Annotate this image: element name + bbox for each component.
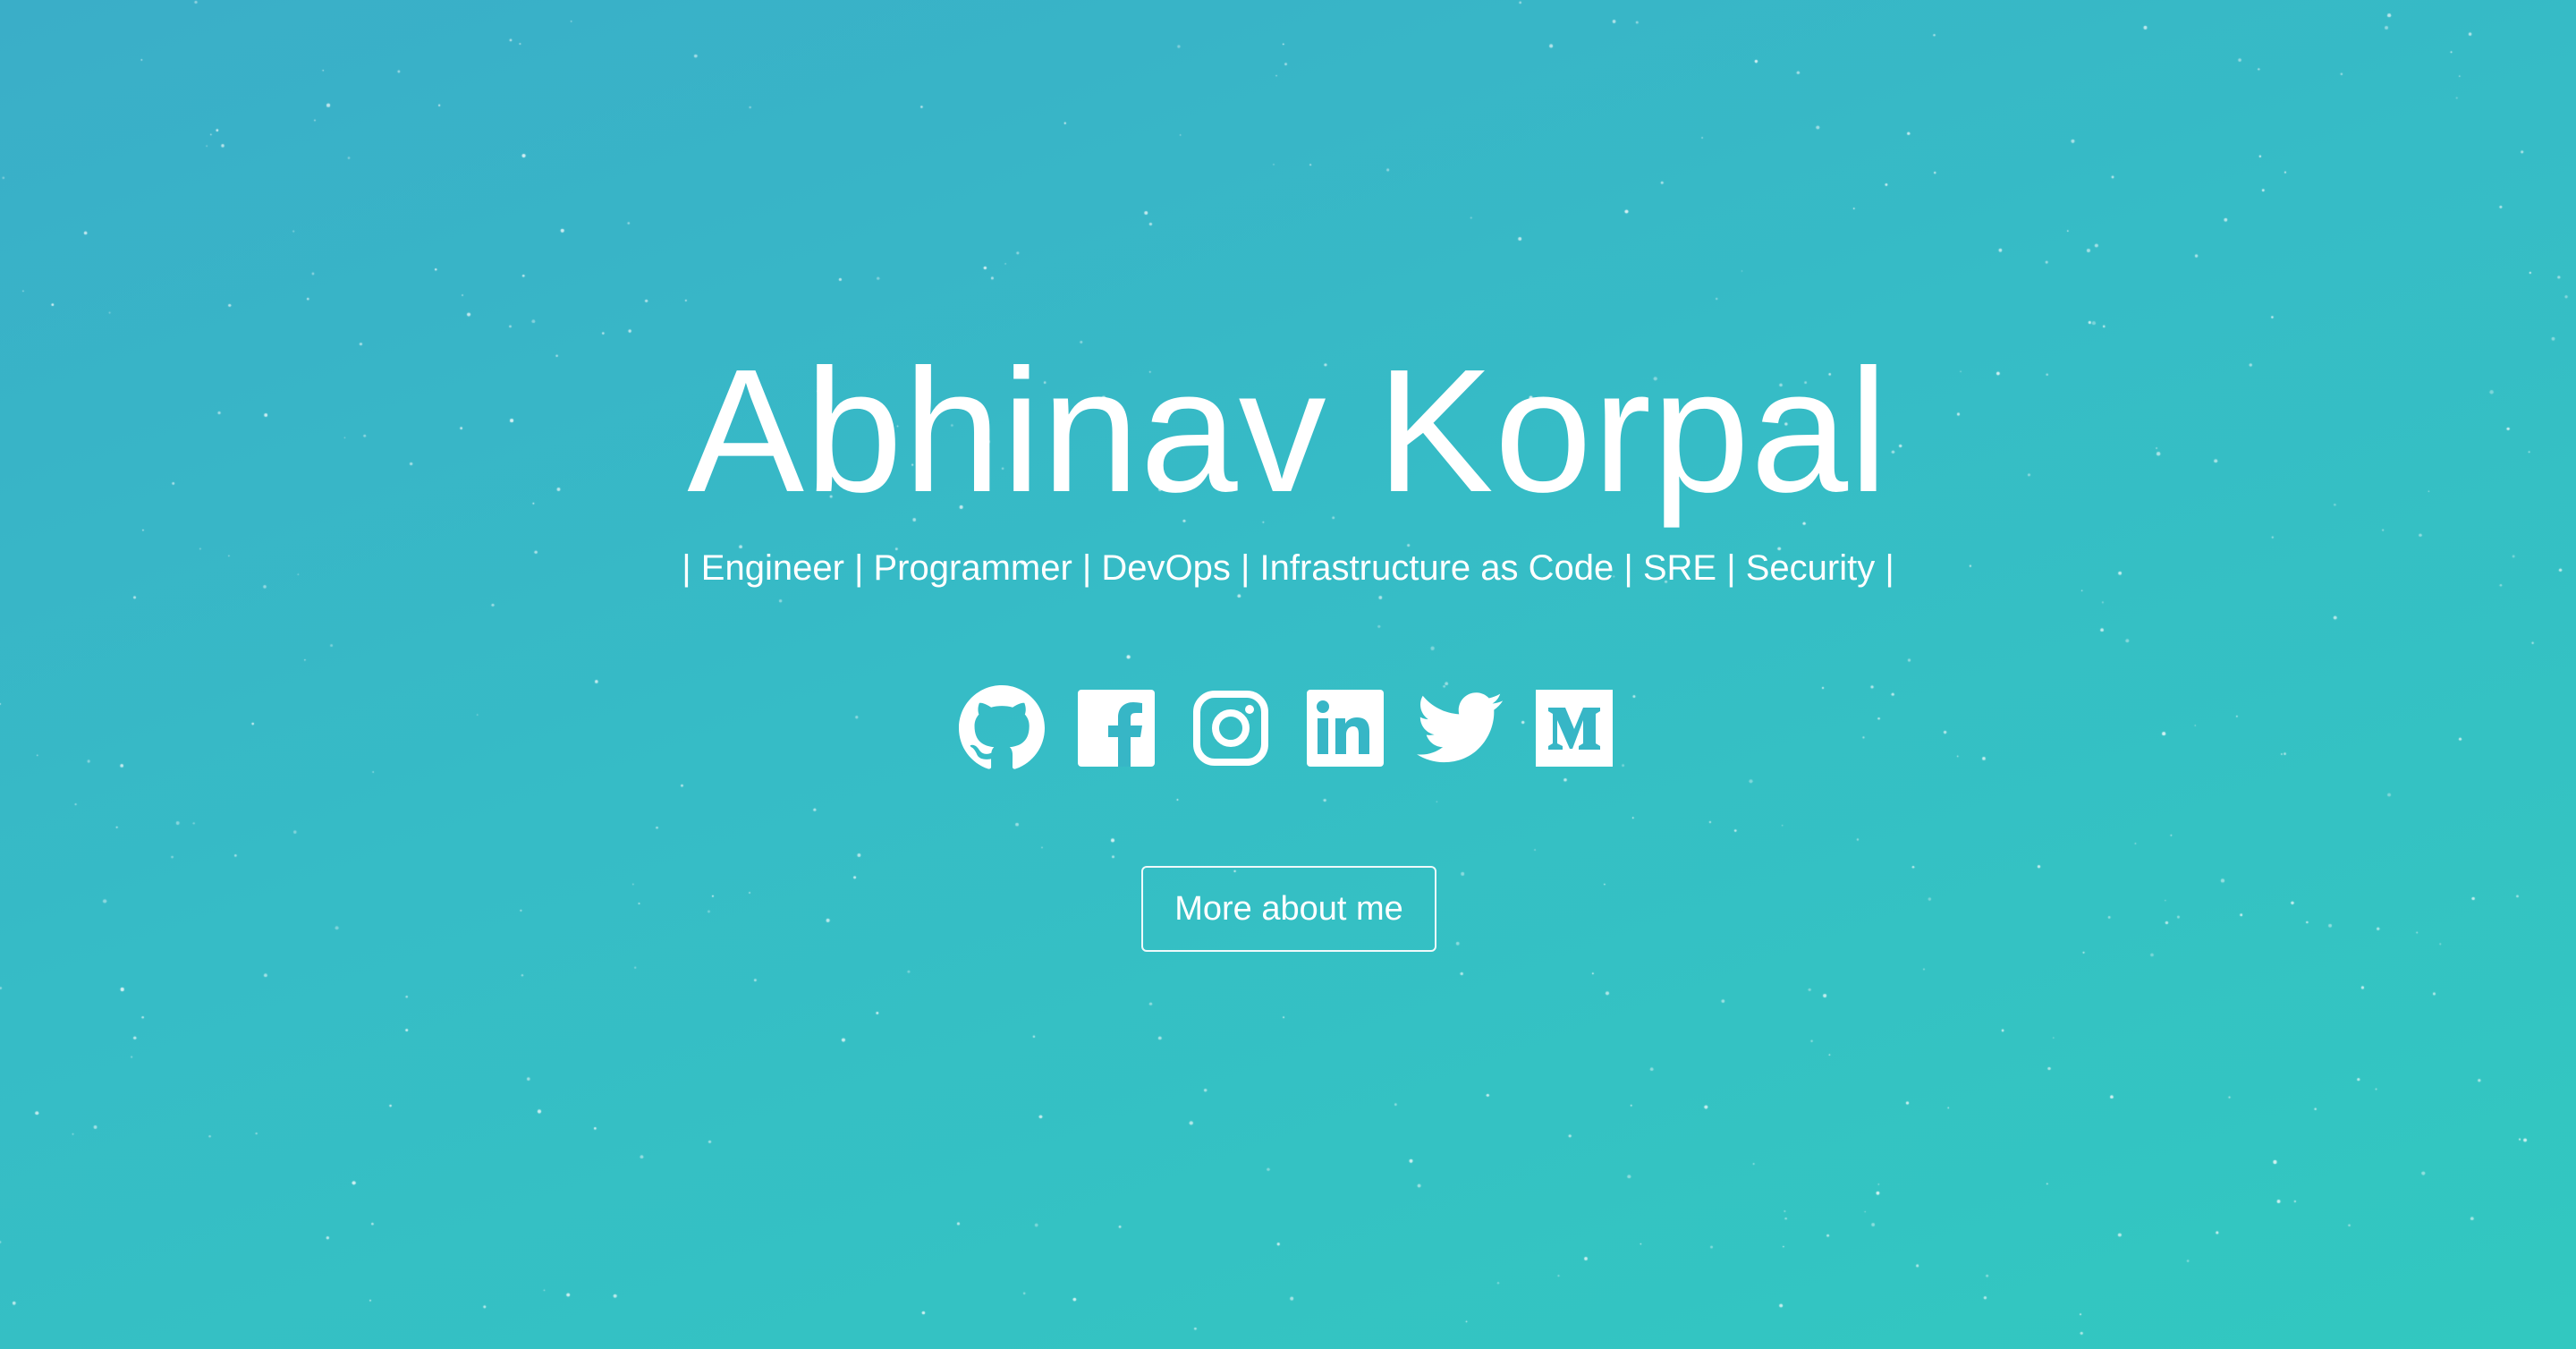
twitter-icon (1417, 692, 1503, 763)
github-link[interactable] (959, 685, 1045, 771)
linkedin-icon (1307, 690, 1384, 767)
more-about-me-button[interactable]: More about me (1141, 866, 1436, 952)
medium-link[interactable] (1531, 685, 1617, 771)
instagram-icon (1193, 691, 1268, 766)
linkedin-link[interactable] (1302, 685, 1388, 771)
social-links (0, 685, 2576, 771)
instagram-link[interactable] (1188, 685, 1274, 771)
medium-icon (1536, 690, 1613, 767)
facebook-icon (1078, 690, 1155, 767)
tagline: | Engineer | Programmer | DevOps | Infra… (682, 548, 1894, 588)
hero-section: Abhinav Korpal | Engineer | Programmer |… (0, 0, 2576, 1349)
page-title: Abhinav Korpal (687, 333, 1889, 529)
facebook-link[interactable] (1073, 685, 1159, 771)
twitter-link[interactable] (1417, 685, 1503, 771)
github-icon (959, 685, 1045, 769)
